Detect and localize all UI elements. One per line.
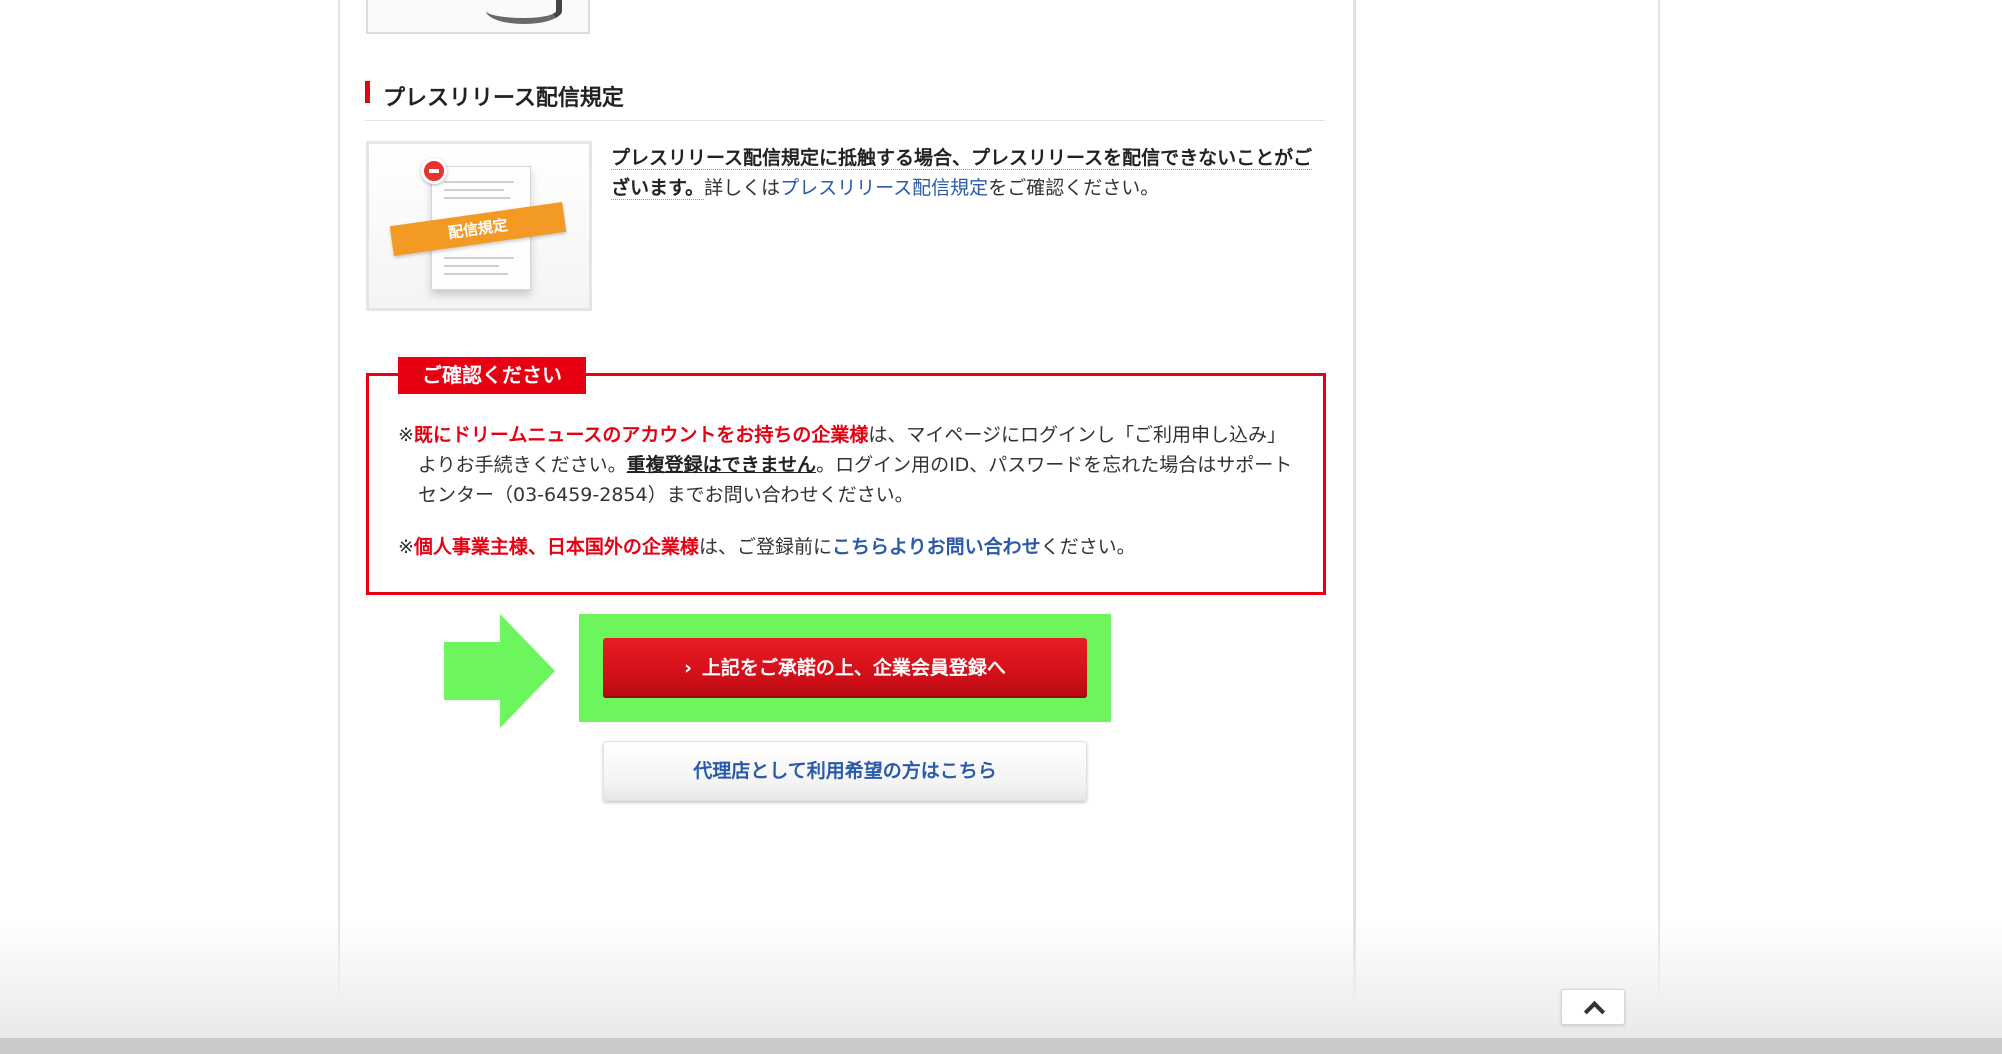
page-top-button[interactable] xyxy=(1561,989,1625,1025)
content-left-border xyxy=(338,0,340,1005)
previous-section-thumbnail xyxy=(366,0,590,34)
heading-accent-bar xyxy=(365,81,370,103)
content-right-border xyxy=(1353,0,1356,1005)
policy-link[interactable]: プレスリリース配信規定 xyxy=(780,177,988,199)
notice-mark: ※ xyxy=(398,536,414,558)
thumbnail-graphic xyxy=(486,0,562,24)
notice-highlight: 個人事業主様、日本国外の企業様 xyxy=(413,536,699,558)
section-title: プレスリリース配信規定 xyxy=(383,86,624,111)
notice-highlight: 既にドリームニュースのアカウントをお持ちの企業様 xyxy=(413,424,869,446)
notice-mark: ※ xyxy=(398,424,414,446)
duplicate-warning: 重複登録はできません xyxy=(626,454,817,476)
policy-text-prefix: 詳しくは xyxy=(704,177,781,199)
contact-link[interactable]: こちらよりお問い合わせ xyxy=(832,536,1041,558)
register-button-label: 上記をご承諾の上、企業会員登録へ xyxy=(701,657,1006,679)
notice-text: は、ご登録前に xyxy=(698,536,832,558)
chevron-up-icon xyxy=(1583,1000,1606,1023)
arrow-right-icon-shaft xyxy=(444,642,502,700)
footer-fade xyxy=(0,920,2002,1038)
policy-document-image: 配信規定 xyxy=(366,141,592,311)
notice-item-existing-account: ※既にドリームニュースのアカウントをお持ちの企業様は、マイページにログインし「ご… xyxy=(398,420,1298,510)
agency-signup-button[interactable]: 代理店として利用希望の方はこちら xyxy=(603,741,1087,801)
footer-bar xyxy=(0,1038,2002,1054)
policy-description: プレスリリース配信規定に抵触する場合、プレスリリースを配信できないことがございま… xyxy=(611,143,1325,203)
section-heading: プレスリリース配信規定 xyxy=(365,80,1325,121)
arrow-right-icon xyxy=(500,614,555,728)
register-company-button[interactable]: › 上記をご承諾の上、企業会員登録へ xyxy=(603,638,1087,698)
notice-text-end: ください。 xyxy=(1040,536,1136,558)
policy-text-suffix: をご確認ください。 xyxy=(988,177,1160,199)
chevron-right-icon: › xyxy=(684,657,692,679)
minus-icon xyxy=(421,158,447,184)
sidebar-right-border xyxy=(1658,0,1660,1005)
notice-item-individual: ※個人事業主様、日本国外の企業様は、ご登録前にこちらよりお問い合わせください。 xyxy=(398,532,1298,562)
notice-label: ご確認ください xyxy=(398,357,586,394)
